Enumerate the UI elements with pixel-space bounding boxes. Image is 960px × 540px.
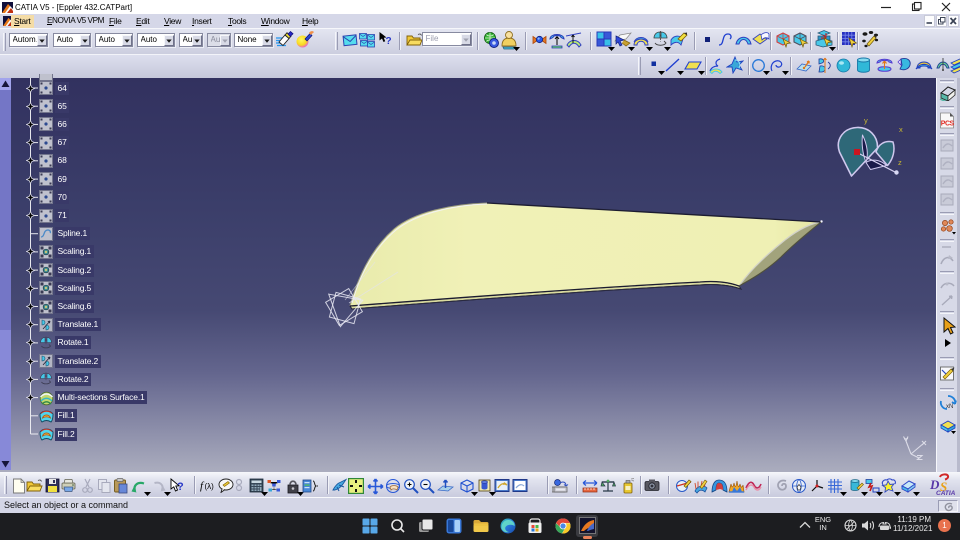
svg-text:?: ? [386,36,392,47]
svg-text:?: ? [177,481,184,493]
svg-text:(λ): (λ) [205,482,215,491]
svg-text:PCS: PCS [941,121,955,128]
svg-text:xN: xN [946,404,953,410]
svg-text:z: z [898,158,902,167]
svg-text:x: x [899,125,903,134]
svg-text:y: y [864,116,868,125]
svg-text:CATIA: CATIA [936,490,956,496]
